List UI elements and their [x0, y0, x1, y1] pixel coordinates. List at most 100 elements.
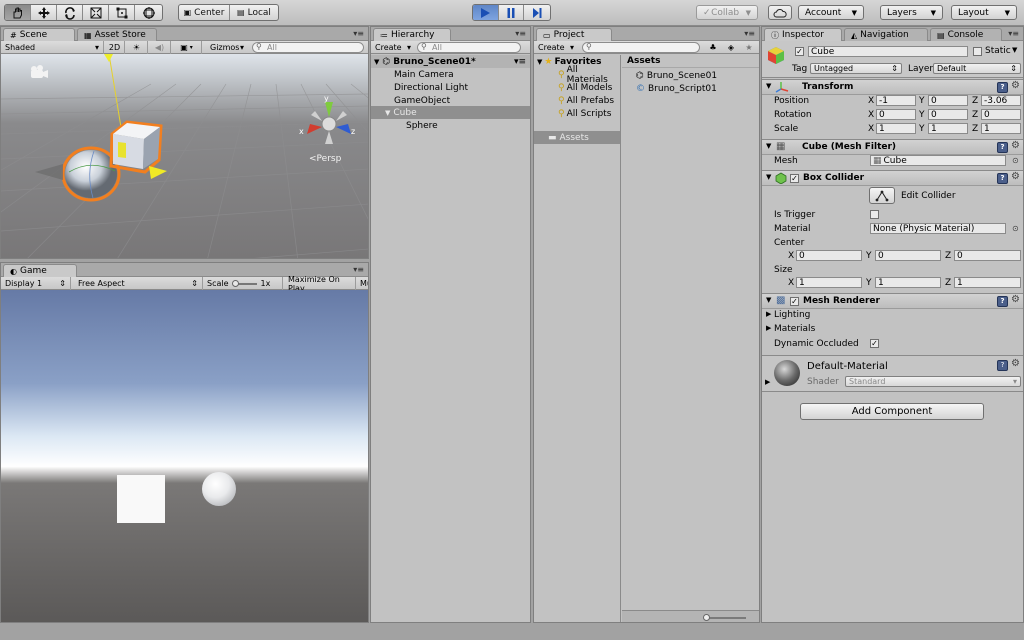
- gear-icon[interactable]: ⚙: [1011, 358, 1020, 369]
- search-by-label-button[interactable]: ◈: [722, 41, 740, 54]
- tab-console[interactable]: ▤ Console: [930, 28, 1002, 41]
- tag-dropdown[interactable]: Untagged ⇕: [810, 63, 902, 74]
- expand-arrow-icon[interactable]: ▼: [385, 109, 390, 117]
- lighting-toggle-button[interactable]: ☀: [126, 41, 148, 54]
- assets-folder-row[interactable]: ▬ Assets: [534, 131, 620, 144]
- 2d-toggle-button[interactable]: 2D: [105, 41, 125, 54]
- help-book-icon[interactable]: ?: [997, 173, 1008, 184]
- collab-dropdown[interactable]: ✓ Collab ▼: [696, 5, 758, 20]
- rotation-y-field[interactable]: 0: [928, 109, 968, 120]
- center-y-field[interactable]: 0: [875, 250, 941, 261]
- scene-search-input[interactable]: ⚲ All: [252, 42, 364, 53]
- scene-menu-icon[interactable]: ▾≡: [514, 57, 526, 67]
- collapse-arrow-icon[interactable]: ▼: [766, 296, 771, 304]
- collapse-arrow-icon[interactable]: ▼: [766, 173, 771, 181]
- gear-icon[interactable]: ⚙: [1011, 140, 1020, 151]
- add-component-button[interactable]: Add Component: [800, 403, 984, 420]
- gizmos-dropdown[interactable]: Gizmos ▾: [206, 41, 248, 54]
- scale-z-field[interactable]: 1: [981, 123, 1021, 134]
- scene-root-row[interactable]: ▼ ⌬ Bruno_Scene01* ▾≡: [371, 55, 530, 68]
- static-checkbox[interactable]: [973, 47, 982, 56]
- tab-navigation[interactable]: ◭ Navigation: [844, 28, 928, 41]
- materials-foldout[interactable]: ▶ Materials: [762, 322, 1023, 336]
- object-active-checkbox[interactable]: ✓: [795, 47, 804, 56]
- expand-arrow-icon[interactable]: ▶: [765, 378, 770, 386]
- physic-material-field[interactable]: None (Physic Material): [870, 223, 1006, 234]
- cloud-button[interactable]: [768, 5, 792, 20]
- game-viewport[interactable]: [1, 290, 368, 622]
- projection-toggle[interactable]: <Persp: [309, 154, 341, 164]
- hierarchy-item-cube[interactable]: ▼ Cube: [371, 106, 530, 119]
- hierarchy-create-dropdown[interactable]: Create ▾: [371, 41, 415, 54]
- scale-x-field[interactable]: 1: [876, 123, 916, 134]
- collapse-arrow-icon[interactable]: ▼: [766, 82, 771, 90]
- tab-inspector[interactable]: ⓘ Inspector: [764, 28, 842, 41]
- asset-item-script[interactable]: © Bruno_Script01: [622, 82, 759, 95]
- favorites-star-button[interactable]: ★: [740, 41, 758, 54]
- y-axis-cone-icon[interactable]: [325, 102, 333, 117]
- position-x-field[interactable]: -1: [876, 95, 916, 106]
- shading-mode-dropdown[interactable]: Shaded ▾: [1, 41, 104, 54]
- favorite-all-materials[interactable]: ⚲ All Materials: [534, 65, 620, 85]
- favorite-all-prefabs[interactable]: ⚲ All Prefabs: [534, 94, 620, 107]
- x-axis-cone-icon[interactable]: [307, 124, 322, 134]
- aspect-dropdown[interactable]: Free Aspect ⇕: [74, 277, 203, 290]
- asset-item-scene[interactable]: ⌬ Bruno_Scene01: [622, 69, 759, 82]
- scene-viewport[interactable]: y x z <Persp: [1, 54, 368, 258]
- dynamic-occluded-checkbox[interactable]: ✓: [870, 339, 879, 348]
- mesh-renderer-header[interactable]: ▼ ▩ ✓ Mesh Renderer ? ⚙: [762, 293, 1023, 309]
- hierarchy-item-directional-light[interactable]: Directional Light: [371, 81, 530, 94]
- center-z-field[interactable]: 0: [954, 250, 1021, 261]
- position-z-field[interactable]: -3.06: [981, 95, 1021, 106]
- size-x-field[interactable]: 1: [796, 277, 862, 288]
- shader-dropdown[interactable]: Standard ▾: [845, 376, 1021, 387]
- collapse-arrow-icon[interactable]: ▼: [766, 142, 771, 150]
- expand-arrow-icon[interactable]: ▼: [537, 58, 542, 66]
- icon-size-slider-thumb[interactable]: [703, 614, 710, 621]
- favorite-all-models[interactable]: ⚲ All Models: [534, 81, 620, 94]
- size-y-field[interactable]: 1: [875, 277, 941, 288]
- play-button[interactable]: [473, 5, 499, 20]
- center-x-field[interactable]: 0: [796, 250, 862, 261]
- expand-arrow-icon[interactable]: ▶: [766, 310, 771, 318]
- orientation-gizmo[interactable]: y x z: [299, 94, 359, 154]
- hand-tool-button[interactable]: [5, 5, 31, 20]
- tab-scene[interactable]: # Scene: [3, 28, 75, 41]
- tab-game[interactable]: ◐ Game: [3, 264, 77, 277]
- scale-y-field[interactable]: 1: [928, 123, 968, 134]
- icon-size-slider[interactable]: [703, 614, 746, 621]
- move-tool-button[interactable]: [31, 5, 57, 20]
- z-axis-cone-icon[interactable]: [336, 124, 351, 134]
- object-picker-icon[interactable]: ⊙: [1012, 224, 1019, 233]
- transform-all-tool-button[interactable]: [135, 5, 162, 20]
- is-trigger-checkbox[interactable]: [870, 210, 879, 219]
- search-by-type-button[interactable]: ♣: [704, 41, 722, 54]
- account-dropdown[interactable]: Account ▼: [798, 5, 864, 20]
- sphere-object[interactable]: [35, 146, 121, 202]
- tab-hierarchy[interactable]: ≔ Hierarchy: [373, 28, 451, 41]
- gear-icon[interactable]: ⚙: [1011, 294, 1020, 305]
- panel-menu-icon[interactable]: ▾≡: [353, 29, 364, 38]
- rotation-x-field[interactable]: 0: [876, 109, 916, 120]
- tab-asset-store[interactable]: ▦ Asset Store: [77, 28, 157, 41]
- audio-toggle-button[interactable]: ◀): [149, 41, 171, 54]
- camera-gizmo-icon[interactable]: [31, 65, 48, 78]
- edit-collider-button[interactable]: [869, 187, 895, 204]
- size-z-field[interactable]: 1: [954, 277, 1021, 288]
- project-search-input[interactable]: ⚲: [582, 42, 700, 53]
- hierarchy-item-sphere[interactable]: Sphere: [371, 119, 530, 132]
- rotate-tool-button[interactable]: [57, 5, 83, 20]
- favorite-all-scripts[interactable]: ⚲ All Scripts: [534, 107, 620, 120]
- hierarchy-search-input[interactable]: ⚲ All: [417, 42, 521, 53]
- gear-icon[interactable]: ⚙: [1011, 171, 1020, 182]
- scale-slider[interactable]: Scale 1x: [203, 277, 283, 290]
- panel-menu-icon[interactable]: ▾≡: [515, 29, 526, 38]
- layer-dropdown[interactable]: Default ⇕: [933, 63, 1021, 74]
- step-button[interactable]: [524, 5, 550, 20]
- panel-menu-icon[interactable]: ▾≡: [353, 265, 364, 274]
- mesh-object-field[interactable]: ▦ Cube: [870, 155, 1006, 166]
- layers-dropdown[interactable]: Layers ▼: [880, 5, 943, 20]
- scale-slider-track[interactable]: [231, 279, 257, 287]
- lighting-foldout[interactable]: ▶ Lighting: [762, 308, 1023, 322]
- gear-icon[interactable]: ⚙: [1011, 80, 1020, 91]
